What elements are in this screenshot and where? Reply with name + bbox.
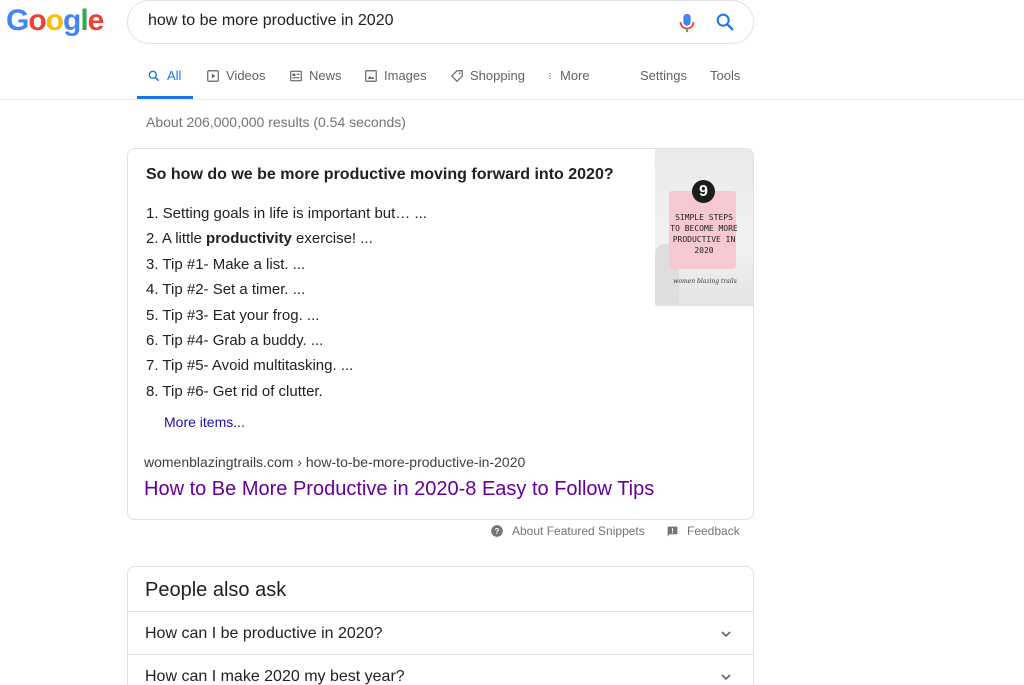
tab-tools[interactable]: Tools xyxy=(710,68,740,83)
logo-letter: o xyxy=(28,4,46,37)
list-item: 3. Tip #1- Make a list. ... xyxy=(146,255,306,273)
tab-all[interactable]: All xyxy=(147,68,181,83)
chevron-down-icon xyxy=(721,631,731,638)
news-icon xyxy=(290,70,302,81)
tab-label: Tools xyxy=(710,68,741,83)
feedback-label: Feedback xyxy=(687,524,740,538)
tab-images[interactable]: Images xyxy=(364,68,427,83)
about-label: About Featured Snippets xyxy=(512,524,645,538)
tab-label: Images xyxy=(384,68,427,83)
google-logo[interactable]: Google xyxy=(6,4,105,38)
tab-label: All xyxy=(167,68,182,83)
more-items-link[interactable]: More items... xyxy=(164,414,245,430)
search-tabs: All Videos News Images Shopping More Set… xyxy=(0,56,1024,100)
list-item: 8. Tip #6- Get rid of clutter. xyxy=(146,382,323,400)
tag-icon xyxy=(450,69,463,82)
tab-settings[interactable]: Settings xyxy=(640,68,687,83)
video-icon xyxy=(207,69,219,82)
logo-letter: e xyxy=(87,4,105,37)
paa-title: People also ask xyxy=(145,579,287,601)
tab-videos[interactable]: Videos xyxy=(206,68,266,83)
tab-label: More xyxy=(560,68,590,83)
more-vert-icon xyxy=(549,72,551,79)
people-also-ask: People also ask How can I be productive … xyxy=(127,566,754,685)
list-item: 6. Tip #4- Grab a buddy. ... xyxy=(146,331,324,349)
logo-letter: G xyxy=(6,4,29,37)
list-item-text: 2. A little xyxy=(146,230,207,248)
tab-shopping[interactable]: Shopping xyxy=(450,68,525,83)
search-icon[interactable] xyxy=(714,11,736,33)
list-item: 5. Tip #3- Eat your frog. ... xyxy=(146,306,320,324)
feedback-link[interactable]: Feedback xyxy=(666,524,740,538)
tab-label: News xyxy=(309,68,342,83)
result-stats: About 206,000,000 results (0.54 seconds) xyxy=(146,114,406,130)
feedback-icon xyxy=(667,526,678,536)
search-input[interactable] xyxy=(148,12,648,30)
tab-more[interactable]: More xyxy=(546,68,590,83)
result-url[interactable]: womenblazingtrails.com › how-to-be-more-… xyxy=(144,454,525,470)
list-item: 2. A little productivity exercise! ... xyxy=(146,228,427,253)
snippet-thumbnail[interactable]: 9 SIMPLE STEPS TO BECOME MORE PRODUCTIVE… xyxy=(655,149,753,306)
snippet-list: 1. Setting goals in life is important bu… xyxy=(146,203,427,406)
featured-snippet: So how do we be more productive moving f… xyxy=(127,148,754,520)
list-item-text: exercise! ... xyxy=(291,230,373,248)
microphone-icon[interactable] xyxy=(676,11,698,35)
thumbnail-text: SIMPLE STEPS TO BECOME MORE PRODUCTIVE I… xyxy=(670,213,738,255)
thumbnail-brand: women blazing trails xyxy=(673,278,737,285)
logo-letter: g xyxy=(63,4,81,37)
list-item: 1. Setting goals in life is important bu… xyxy=(146,205,427,222)
tab-label: Shopping xyxy=(470,68,525,83)
active-tab-indicator xyxy=(137,96,193,99)
tab-label: Settings xyxy=(640,68,687,83)
list-item: 7. Tip #5- Avoid multitasking. ... xyxy=(146,357,354,375)
tab-news[interactable]: News xyxy=(289,68,342,83)
result-title-link[interactable]: How to Be More Productive in 2020-8 Easy… xyxy=(144,478,654,501)
search-icon xyxy=(148,70,160,81)
logo-letter: o xyxy=(45,4,64,37)
svg-text:?: ? xyxy=(495,527,500,536)
bold-keyword: productivity xyxy=(206,230,292,248)
search-box[interactable] xyxy=(127,0,754,44)
paa-question-text: How can I be productive in 2020? xyxy=(145,625,383,642)
about-featured-snippets-link[interactable]: ? About Featured Snippets xyxy=(490,524,645,538)
chevron-down-icon xyxy=(721,674,731,681)
paa-question-text: How can I make 2020 my best year? xyxy=(145,668,405,685)
help-icon: ? xyxy=(491,525,503,537)
snippet-heading: So how do we be more productive moving f… xyxy=(146,166,614,183)
paa-question[interactable]: How can I make 2020 my best year? xyxy=(128,654,753,685)
list-item: 4. Tip #2- Set a timer. ... xyxy=(146,281,306,299)
tab-label: Videos xyxy=(226,68,266,83)
image-icon xyxy=(365,69,377,82)
thumbnail-number: 9 xyxy=(692,180,715,203)
paa-question[interactable]: How can I be productive in 2020? xyxy=(128,611,753,654)
logo-letter: l xyxy=(80,4,88,37)
